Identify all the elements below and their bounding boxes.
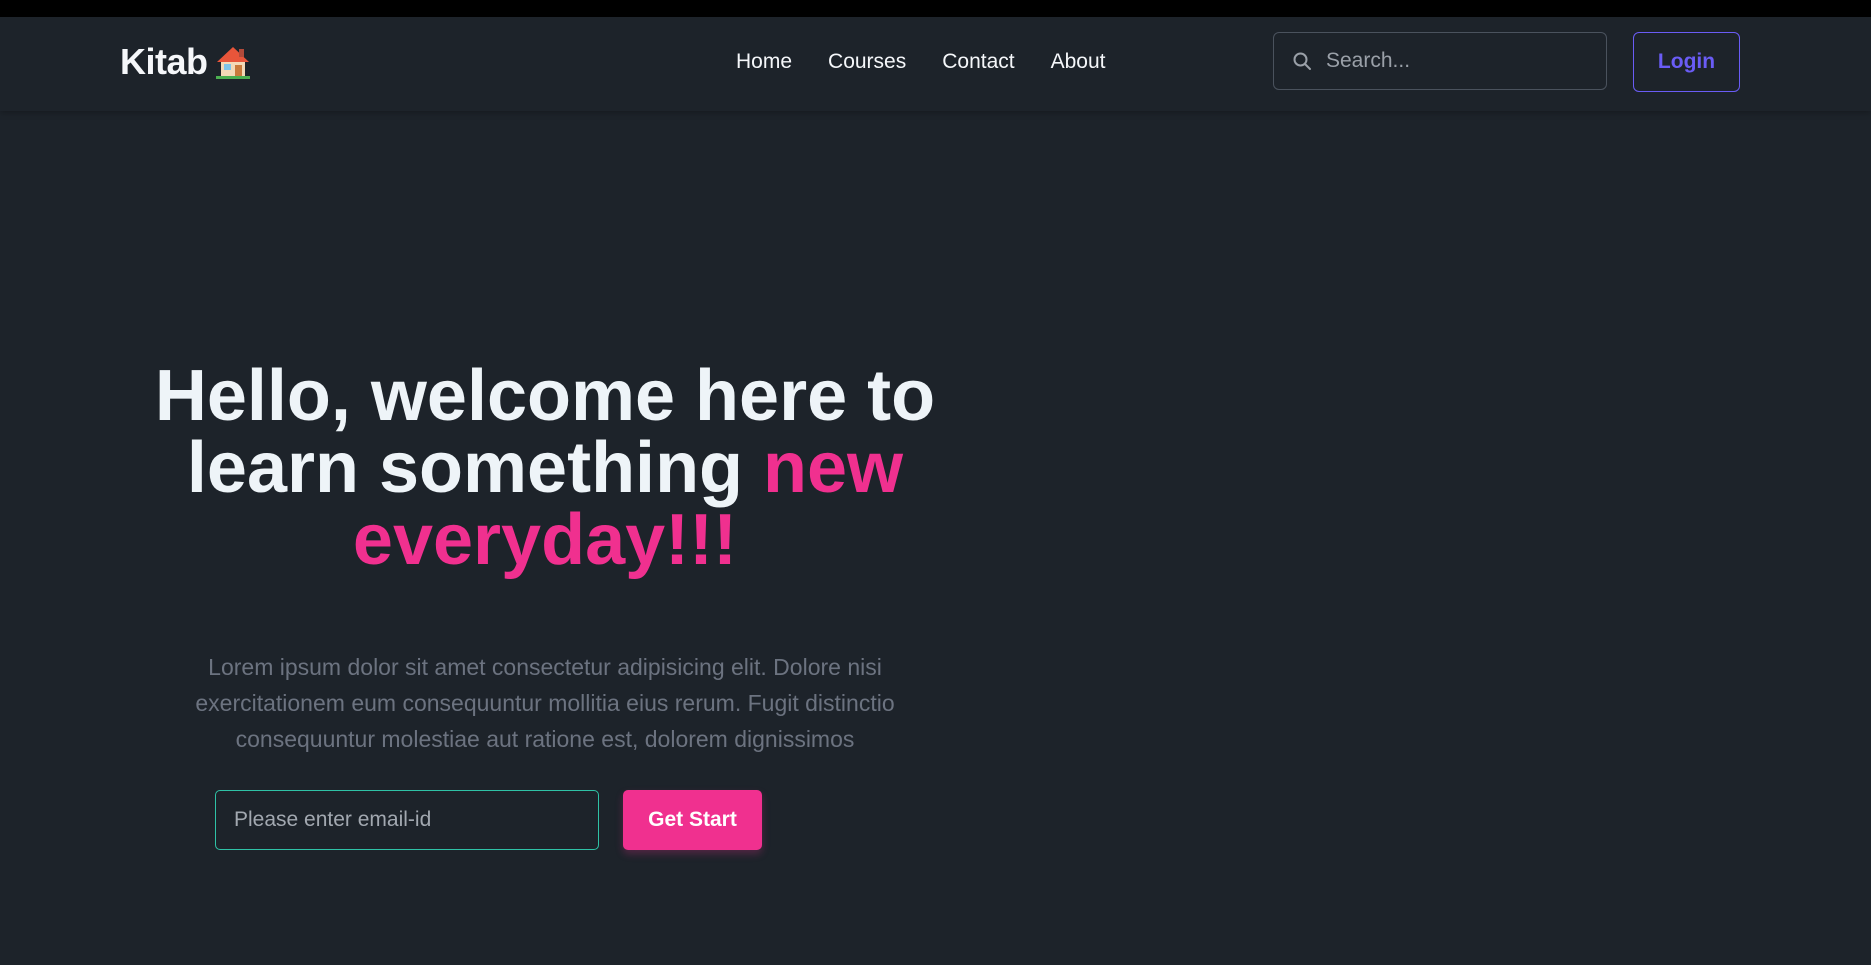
search-box[interactable] (1273, 32, 1607, 90)
hero-text: Hello, welcome here to learn something n… (120, 360, 970, 757)
navbar: Kitab Home Courses Contact About Login (0, 17, 1871, 111)
signup-form: Get Start (215, 790, 762, 850)
nav-link-about[interactable]: About (1033, 50, 1124, 74)
search-icon (1292, 51, 1312, 71)
main-nav: Home Courses Contact About (736, 50, 1124, 74)
hero-description: Lorem ipsum dolor sit amet consectetur a… (195, 654, 895, 752)
nav-link-courses[interactable]: Courses (810, 50, 924, 74)
login-button[interactable]: Login (1633, 32, 1740, 92)
nav-link-contact[interactable]: Contact (924, 50, 1032, 74)
house-icon (214, 44, 252, 80)
get-start-button[interactable]: Get Start (623, 790, 762, 850)
search-input[interactable] (1324, 48, 1588, 74)
hero-headline: Hello, welcome here to learn something n… (120, 360, 970, 576)
nav-link-home[interactable]: Home (736, 50, 810, 74)
brand-logo[interactable]: Kitab (120, 41, 252, 83)
brand-name: Kitab (120, 41, 208, 82)
window-top-strip (0, 0, 1871, 17)
email-field[interactable] (215, 790, 599, 850)
